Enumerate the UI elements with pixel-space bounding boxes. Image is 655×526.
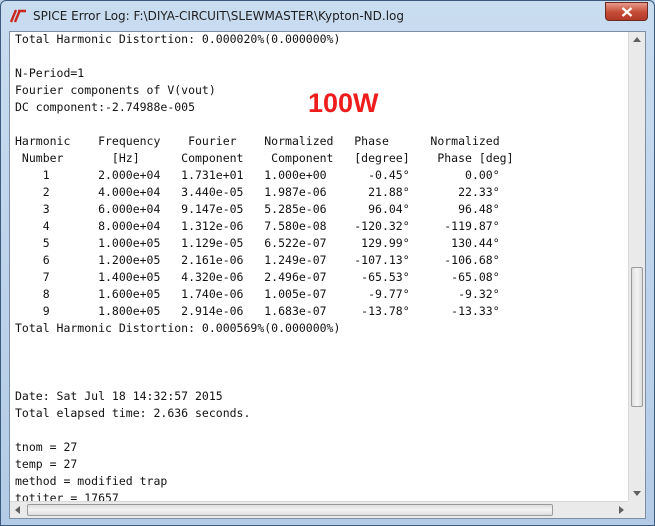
log-line: 9 1.800e+05 2.914e-06 1.683e-07 -13.78° … [15, 304, 500, 318]
log-line: Total Harmonic Distortion: 0.000020%(0.0… [15, 32, 341, 46]
log-line: Total Harmonic Distortion: 0.000569%(0.0… [15, 321, 341, 335]
log-line: 6 1.200e+05 2.161e-06 1.249e-07 -107.13°… [15, 253, 500, 267]
log-line: 3 6.000e+04 9.147e-05 5.285e-06 96.04° 9… [15, 202, 500, 216]
scroll-up-arrow-icon[interactable] [629, 32, 645, 48]
log-line: Total elapsed time: 2.636 seconds. [15, 406, 251, 420]
scroll-left-arrow-icon[interactable] [10, 502, 26, 518]
log-line: 8 1.600e+05 1.740e-06 1.005e-07 -9.77° -… [15, 287, 500, 301]
scroll-right-arrow-icon[interactable] [613, 502, 629, 518]
window-title: SPICE Error Log: F:\DIYA-CIRCUIT\SLEWMAS… [33, 9, 405, 23]
ltspice-logo-icon [9, 9, 26, 23]
horizontal-scrollbar[interactable] [10, 501, 629, 518]
log-window: SPICE Error Log: F:\DIYA-CIRCUIT\SLEWMAS… [0, 0, 655, 526]
horizontal-scroll-thumb[interactable] [27, 504, 553, 516]
log-line: tnom = 27 [15, 440, 78, 454]
title-bar[interactable]: SPICE Error Log: F:\DIYA-CIRCUIT\SLEWMAS… [1, 1, 654, 31]
log-line: Date: Sat Jul 18 14:32:57 2015 [15, 389, 223, 403]
log-line: 1 2.000e+04 1.731e+01 1.000e+00 -0.45° 0… [15, 168, 500, 182]
vertical-scrollbar[interactable] [628, 32, 645, 501]
scroll-down-arrow-icon[interactable] [629, 485, 645, 501]
log-line: N-Period=1 [15, 66, 85, 80]
log-line: temp = 27 [15, 457, 78, 471]
log-line: Harmonic Frequency Fourier Normalized Ph… [15, 134, 500, 148]
log-line: 7 1.400e+05 4.320e-06 2.496e-07 -65.53° … [15, 270, 500, 284]
close-icon [621, 7, 633, 17]
vertical-scroll-thumb[interactable] [631, 267, 643, 407]
log-line: 2 4.000e+04 3.440e-05 1.987e-06 21.88° 2… [15, 185, 500, 199]
scrollbar-corner [628, 501, 645, 518]
close-button[interactable] [605, 2, 648, 21]
log-text-area[interactable]: Total Harmonic Distortion: 0.000020%(0.0… [9, 31, 646, 519]
log-line: 4 8.000e+04 1.312e-06 7.580e-08 -120.32°… [15, 219, 500, 233]
log-line: method = modified trap [15, 474, 168, 488]
log-line: 5 1.000e+05 1.129e-05 6.522e-07 129.99° … [15, 236, 500, 250]
power-annotation: 100W [308, 88, 379, 118]
log-line: Number [Hz] Component Component [degree]… [15, 151, 514, 165]
